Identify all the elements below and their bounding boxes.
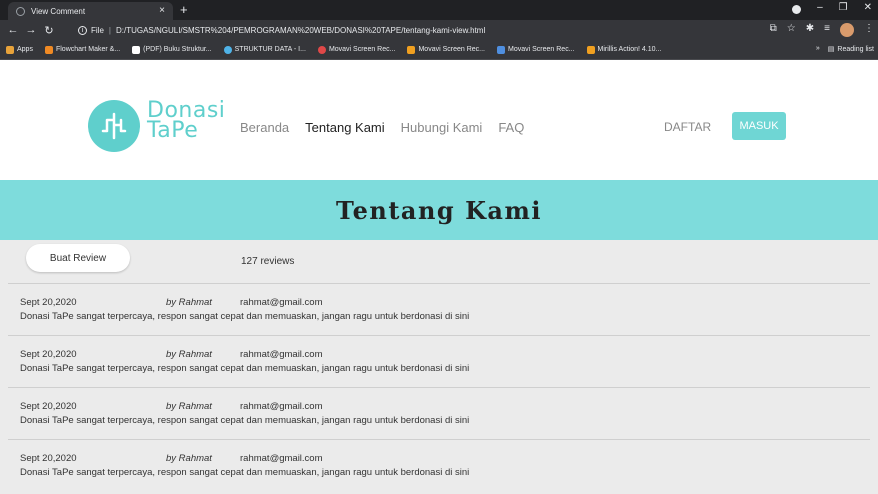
bookmark-item[interactable]: Movavi Screen Rec... xyxy=(317,45,396,54)
review-author: by Rahmat xyxy=(166,401,212,412)
bookmark-apps[interactable]: Apps xyxy=(6,45,33,54)
review-text: Donasi TaPe sangat terpercaya, respon sa… xyxy=(20,467,470,478)
bookmark-label: Movavi Screen Rec... xyxy=(508,46,575,53)
bookmarks-bar: Apps Flowchart Maker &... (PDF) Buku Str… xyxy=(0,40,878,60)
review-date: Sept 20,2020 xyxy=(20,401,77,412)
nav-item-tentang-kami[interactable]: Tentang Kami xyxy=(305,120,385,135)
toolbar-actions: ⧉ ☆ ✱ ≡ ⋮ xyxy=(770,23,874,37)
site-header: Donasi TaPe Beranda Tentang Kami Hubungi… xyxy=(0,60,878,180)
star-icon[interactable]: ☆ xyxy=(787,23,796,37)
nav-item-hubungi-kami[interactable]: Hubungi Kami xyxy=(401,120,483,135)
menu-icon[interactable]: ⋮ xyxy=(864,23,874,37)
bookmark-label: Flowchart Maker &... xyxy=(55,46,121,53)
reading-list-label: Reading list xyxy=(837,45,874,53)
bookmark-favicon-icon xyxy=(586,45,595,54)
restore-icon[interactable]: ❐ xyxy=(839,2,848,14)
bookmark-label: Movavi Screen Rec... xyxy=(328,46,396,53)
reload-icon[interactable]: ↻ xyxy=(42,24,56,37)
page-content: Donasi TaPe Beranda Tentang Kami Hubungi… xyxy=(0,60,878,494)
browser-toolbar: ← → ↻ i File | D:/TUGAS/NGULI/SMSTR%204/… xyxy=(0,20,878,40)
review-item: Sept 20,2020 by Rahmat rahmat@gmail.com … xyxy=(8,335,870,387)
url-scheme: File xyxy=(91,25,104,35)
review-email: rahmat@gmail.com xyxy=(240,453,323,464)
minimize-icon[interactable]: – xyxy=(817,2,823,14)
bookmark-item[interactable]: Flowchart Maker &... xyxy=(44,45,121,54)
address-bar[interactable]: i File | D:/TUGAS/NGULI/SMSTR%204/PEMROG… xyxy=(78,20,485,40)
main-nav: Beranda Tentang Kami Hubungi Kami FAQ xyxy=(240,120,524,135)
nav-item-faq[interactable]: FAQ xyxy=(498,120,524,135)
reviews-toolbar: Buat Review 127 reviews xyxy=(8,240,870,283)
browser-tab-strip: View Comment × + – ❐ ✕ xyxy=(0,0,878,20)
logo-icon[interactable] xyxy=(88,100,140,152)
bookmark-favicon-icon xyxy=(132,45,141,54)
review-date: Sept 20,2020 xyxy=(20,453,77,464)
bookmarks-more-button[interactable]: » xyxy=(816,45,820,53)
bookmark-favicon-icon xyxy=(44,45,53,54)
reading-list-icon: ▤ xyxy=(827,46,835,53)
bookmark-label: Apps xyxy=(17,46,33,53)
bookmarks-overflow: » ▤ Reading list xyxy=(816,45,874,53)
review-item: Sept 20,2020 by Rahmat rahmat@gmail.com … xyxy=(8,439,870,491)
playlist-icon[interactable]: ≡ xyxy=(824,23,830,37)
globe-icon xyxy=(16,6,25,16)
reviews-section: Buat Review 127 reviews Sept 20,2020 by … xyxy=(0,240,878,494)
review-count: 127 reviews xyxy=(241,256,295,267)
bookmark-item[interactable]: Movavi Screen Rec... xyxy=(407,45,485,54)
bookmark-label: Movavi Screen Rec... xyxy=(418,46,485,53)
page-banner: Tentang Kami xyxy=(0,180,878,240)
bookmark-favicon-icon xyxy=(407,45,416,54)
review-date: Sept 20,2020 xyxy=(20,297,77,308)
nav-item-beranda[interactable]: Beranda xyxy=(240,120,289,135)
review-email: rahmat@gmail.com xyxy=(240,401,323,412)
review-text: Donasi TaPe sangat terpercaya, respon sa… xyxy=(20,363,470,374)
page-title: Tentang Kami xyxy=(336,195,542,225)
close-window-icon[interactable]: ✕ xyxy=(864,2,872,14)
bookmark-favicon-icon xyxy=(223,45,232,54)
masuk-button[interactable]: MASUK xyxy=(732,112,786,140)
daftar-link[interactable]: DAFTAR xyxy=(664,120,711,134)
record-icon[interactable] xyxy=(792,5,802,14)
review-email: rahmat@gmail.com xyxy=(240,349,323,360)
logo-wordmark[interactable]: Donasi TaPe xyxy=(147,100,225,143)
tab-title: View Comment xyxy=(31,6,86,16)
info-icon[interactable]: i xyxy=(78,25,87,35)
review-date: Sept 20,2020 xyxy=(20,349,77,360)
url-separator: | xyxy=(108,25,111,35)
forward-arrow-icon[interactable]: → xyxy=(24,24,38,36)
bookmark-item[interactable]: Movavi Screen Rec... xyxy=(497,45,575,54)
review-author: by Rahmat xyxy=(166,453,212,464)
bookmark-item[interactable]: STRUKTUR DATA - I... xyxy=(223,45,306,54)
review-item: Sept 20,2020 by Rahmat rahmat@gmail.com … xyxy=(8,283,870,335)
url-text: D:/TUGAS/NGULI/SMSTR%204/PEMROGRAMAN%20W… xyxy=(115,25,486,35)
reading-list-button[interactable]: ▤ Reading list xyxy=(827,45,874,54)
window-controls: – ❐ ✕ xyxy=(792,2,872,14)
bookmark-label: STRUKTUR DATA - I... xyxy=(234,46,306,53)
back-arrow-icon[interactable]: ← xyxy=(6,24,20,36)
bookmark-favicon-icon xyxy=(317,45,326,54)
review-email: rahmat@gmail.com xyxy=(240,297,323,308)
bookmark-item[interactable]: Mirillis Action! 4.10... xyxy=(586,45,662,54)
bookmark-item[interactable]: (PDF) Buku Struktur... xyxy=(132,45,212,54)
bookmark-label: (PDF) Buku Struktur... xyxy=(143,46,212,53)
extensions-icon[interactable]: ✱ xyxy=(806,23,814,37)
review-item: Sept 20,2020 by Rahmat rahmat@gmail.com … xyxy=(8,387,870,439)
close-tab-icon[interactable]: × xyxy=(159,5,165,16)
review-text: Donasi TaPe sangat terpercaya, respon sa… xyxy=(20,415,470,426)
apps-grid-icon xyxy=(6,45,14,54)
bookmark-label: Mirillis Action! 4.10... xyxy=(597,46,662,53)
profile-avatar[interactable] xyxy=(840,23,854,37)
review-author: by Rahmat xyxy=(166,349,212,360)
logo-line-2: TaPe xyxy=(147,118,199,143)
translate-icon[interactable]: ⧉ xyxy=(770,23,777,37)
buat-review-button[interactable]: Buat Review xyxy=(26,244,130,272)
browser-tab[interactable]: View Comment × xyxy=(8,2,173,20)
new-tab-button[interactable]: + xyxy=(180,2,188,17)
bookmark-favicon-icon xyxy=(497,45,505,54)
review-text: Donasi TaPe sangat terpercaya, respon sa… xyxy=(20,311,470,322)
review-author: by Rahmat xyxy=(166,297,212,308)
